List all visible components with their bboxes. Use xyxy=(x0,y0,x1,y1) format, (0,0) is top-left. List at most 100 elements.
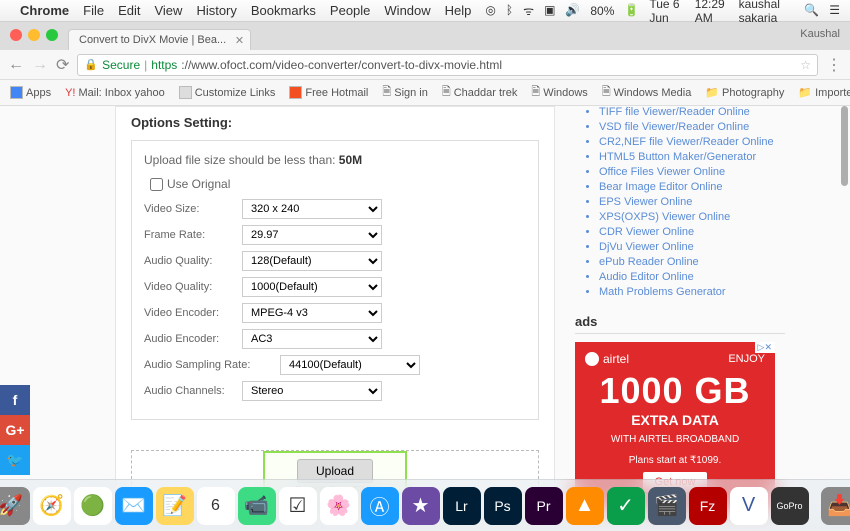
sidebar-link[interactable]: Audio Editor Online xyxy=(599,271,785,283)
ad-tagline: WITH AIRTEL BROADBAND xyxy=(585,434,765,445)
video-quality-select[interactable]: 1000(Default) xyxy=(242,277,382,297)
ad-brand: airtel xyxy=(603,352,629,366)
close-window[interactable] xyxy=(10,29,22,41)
address-bar[interactable]: 🔒 Secure | https://www.ofoct.com/video-c… xyxy=(77,54,818,76)
dock-appstore[interactable]: Ⓐ xyxy=(361,487,399,525)
minimize-window[interactable] xyxy=(28,29,40,41)
menu-people[interactable]: People xyxy=(330,3,370,18)
dock-safari[interactable]: 🧭 xyxy=(33,487,71,525)
bm-customize[interactable]: Customize Links xyxy=(179,86,276,99)
wifi-icon[interactable]: ᯤ xyxy=(523,2,534,19)
dock-notes[interactable]: 📝 xyxy=(156,487,194,525)
lock-icon: 🔒 xyxy=(84,58,98,71)
options-box: Upload file size should be less than: 50… xyxy=(131,140,539,420)
volume-icon[interactable]: 🔊 xyxy=(565,3,580,18)
bm-chaddar[interactable]: 🗎Chaddar trek xyxy=(442,83,517,102)
menu-history[interactable]: History xyxy=(196,3,236,18)
bm-ie[interactable]: 📁Imported From IE xyxy=(798,86,850,99)
spotlight-icon[interactable]: 🔍 xyxy=(804,3,819,18)
tab-title: Convert to DivX Movie | Bea... xyxy=(79,34,226,46)
sidebar-link[interactable]: HTML5 Button Maker/Generator xyxy=(599,151,785,163)
bm-hotmail[interactable]: Free Hotmail xyxy=(289,86,368,99)
sidebar-link[interactable]: Bear Image Editor Online xyxy=(599,181,785,193)
screencast-icon[interactable]: ◎ xyxy=(485,3,495,18)
menubar-user[interactable]: kaushal sakaria xyxy=(739,0,795,25)
menu-view[interactable]: View xyxy=(154,3,182,18)
sidebar-link[interactable]: ePub Reader Online xyxy=(599,256,785,268)
sampling-rate-select[interactable]: 44100(Default) xyxy=(280,355,420,375)
video-encoder-select[interactable]: MPEG-4 v3 xyxy=(242,303,382,323)
sidebar-link[interactable]: CDR Viewer Online xyxy=(599,226,785,238)
reload-icon[interactable]: ⟳ xyxy=(56,55,69,75)
share-googleplus-button[interactable]: G+ xyxy=(0,415,30,445)
adchoices-icon[interactable]: ▷✕ xyxy=(755,342,775,353)
use-original-checkbox[interactable] xyxy=(150,178,163,191)
sidebar-link[interactable]: Math Problems Generator xyxy=(599,286,785,298)
dock-vlc[interactable]: ▲ xyxy=(566,487,604,525)
share-twitter-button[interactable]: 🐦 xyxy=(0,445,30,475)
sidebar-link[interactable]: DjVu Viewer Online xyxy=(599,241,785,253)
bm-apps[interactable]: Apps xyxy=(10,86,51,99)
dock-app3[interactable]: V xyxy=(730,487,768,525)
page-scrollbar[interactable] xyxy=(841,106,848,186)
dock-calendar[interactable]: 6 xyxy=(197,487,235,525)
bm-photo[interactable]: 📁Photography xyxy=(705,86,784,99)
chrome-menu-icon[interactable]: ⋮ xyxy=(826,55,842,75)
menubar-time[interactable]: 12:29 AM xyxy=(695,0,729,25)
menu-bookmarks[interactable]: Bookmarks xyxy=(251,3,316,18)
dock-lightroom[interactable]: Lr xyxy=(443,487,481,525)
close-tab-icon[interactable]: ✕ xyxy=(235,34,244,47)
nav-forward-icon: → xyxy=(32,56,48,74)
bookmark-star-icon[interactable]: ☆ xyxy=(800,58,811,72)
chrome-profile-name[interactable]: Kaushal xyxy=(800,28,840,40)
max-size: 50M xyxy=(339,153,362,167)
sidebar-link[interactable]: Office Files Viewer Online xyxy=(599,166,785,178)
sidebar-link-list: TIFF file Viewer/Reader Online VSD file … xyxy=(575,106,785,298)
airplay-icon[interactable]: ▣ xyxy=(544,3,555,18)
bm-mail[interactable]: Y!Mail: Inbox yahoo xyxy=(65,87,165,99)
bm-windows[interactable]: 🗎Windows xyxy=(531,83,587,102)
menubar-date[interactable]: Tue 6 Jun xyxy=(649,0,684,25)
browser-tabstrip: Convert to DivX Movie | Bea... ✕ Kaushal xyxy=(0,22,850,50)
audio-channels-select[interactable]: Stereo xyxy=(242,381,382,401)
dock-launchpad[interactable]: 🚀 xyxy=(0,487,30,525)
sidebar-link[interactable]: CR2,NEF file Viewer/Reader Online xyxy=(599,136,785,148)
bm-signin[interactable]: 🗎Sign in xyxy=(382,83,428,102)
sidebar-link[interactable]: VSD file Viewer/Reader Online xyxy=(599,121,785,133)
menu-window[interactable]: Window xyxy=(384,3,430,18)
bm-winmedia[interactable]: 🗎Windows Media xyxy=(602,83,692,102)
dock-mail[interactable]: ✉️ xyxy=(115,487,153,525)
dock-downloads[interactable]: 📥 xyxy=(821,487,850,525)
menu-file[interactable]: File xyxy=(83,3,104,18)
dock-photos[interactable]: 🌸 xyxy=(320,487,358,525)
nav-back-icon[interactable]: ← xyxy=(8,56,24,74)
dock-reminders[interactable]: ☑ xyxy=(279,487,317,525)
menu-edit[interactable]: Edit xyxy=(118,3,140,18)
dock-chrome[interactable]: 🟢 xyxy=(74,487,112,525)
browser-toolbar: ← → ⟳ 🔒 Secure | https://www.ofoct.com/v… xyxy=(0,50,850,80)
dock-facetime[interactable]: 📹 xyxy=(238,487,276,525)
maximize-window[interactable] xyxy=(46,29,58,41)
browser-tab[interactable]: Convert to DivX Movie | Bea... ✕ xyxy=(68,29,251,50)
video-size-select[interactable]: 320 x 240 xyxy=(242,199,382,219)
dock-premiere[interactable]: Pr xyxy=(525,487,563,525)
sidebar-link[interactable]: TIFF file Viewer/Reader Online xyxy=(599,106,785,118)
secure-label: Secure xyxy=(102,58,140,72)
app-name[interactable]: Chrome xyxy=(20,3,69,18)
dock-app2[interactable]: 🎬 xyxy=(648,487,686,525)
dock-app1[interactable]: ✓ xyxy=(607,487,645,525)
menu-help[interactable]: Help xyxy=(445,3,472,18)
audio-quality-select[interactable]: 128(Default) xyxy=(242,251,382,271)
audio-encoder-select[interactable]: AC3 xyxy=(242,329,382,349)
share-facebook-button[interactable]: f xyxy=(0,385,30,415)
dock-photoshop[interactable]: Ps xyxy=(484,487,522,525)
dock-imovie[interactable]: ★ xyxy=(402,487,440,525)
battery-icon[interactable]: 🔋 xyxy=(624,3,639,18)
frame-rate-select[interactable]: 29.97 xyxy=(242,225,382,245)
notification-center-icon[interactable]: ☰ xyxy=(829,3,840,18)
bluetooth-icon[interactable]: ᛒ xyxy=(506,4,513,18)
dock-gopro[interactable]: GoPro xyxy=(771,487,809,525)
sidebar-link[interactable]: XPS(OXPS) Viewer Online xyxy=(599,211,785,223)
dock-filezilla[interactable]: Fz xyxy=(689,487,727,525)
sidebar-link[interactable]: EPS Viewer Online xyxy=(599,196,785,208)
